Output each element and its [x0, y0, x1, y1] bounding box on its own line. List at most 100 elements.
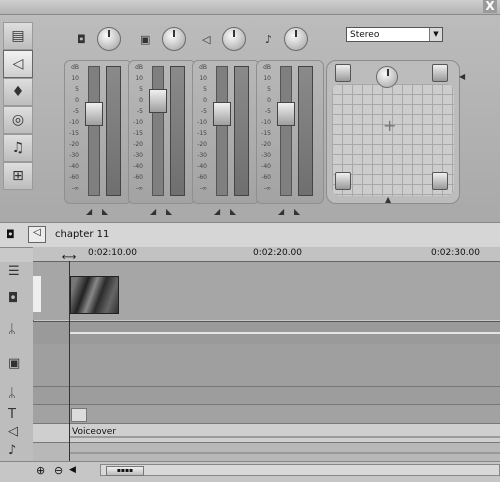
zoom-in-icon[interactable]: ⊕ [36, 464, 45, 477]
db-scale-label: -10 [261, 119, 271, 126]
horizontal-scrollbar[interactable]: ▪▪▪▪ [100, 464, 500, 476]
rear-right-speaker-icon [432, 172, 448, 190]
db-scale-label: -∞ [135, 185, 143, 192]
db-scale-label: 5 [139, 86, 143, 93]
video-track-toggle-icon[interactable]: ◘ [6, 228, 15, 241]
pan-position-handle[interactable] [376, 66, 398, 88]
voiceover-track[interactable]: Voiceover [33, 423, 500, 443]
audio-toolbox-icon[interactable]: ◁ [3, 50, 33, 78]
level-meter [234, 66, 249, 196]
overlay-track[interactable] [33, 344, 500, 386]
db-scale-label: 5 [203, 86, 207, 93]
menu-list-icon[interactable]: ☰ [8, 264, 20, 279]
db-scale-label: -30 [261, 152, 271, 159]
overlay-audio-track[interactable] [33, 386, 500, 405]
chevron-down-icon[interactable]: ▼ [429, 28, 442, 41]
balance-right-arrow-icon[interactable]: ◣ [166, 207, 172, 216]
balance-right-arrow-icon[interactable]: ◣ [230, 207, 236, 216]
level-meter [298, 66, 313, 196]
db-scale-label: -30 [197, 152, 207, 159]
audio-track-toggle-icon[interactable]: ◁ [28, 226, 46, 243]
music-note-icon[interactable]: ♪ [8, 443, 16, 458]
side-arrow-icon: ◀ [459, 72, 466, 81]
db-scale-label: -5 [265, 108, 271, 115]
db-scale-label: -30 [69, 152, 79, 159]
fader-track[interactable] [216, 66, 228, 196]
music-icon: ♪ [265, 33, 273, 46]
plug-icon[interactable]: ⊞ [3, 162, 33, 190]
title-icon[interactable]: T [8, 407, 16, 422]
db-scale-label: -40 [261, 163, 271, 170]
fader-handle[interactable] [149, 89, 167, 114]
video-camera-icon: ◘ [77, 33, 86, 46]
overlay-icon[interactable]: ▣ [8, 356, 20, 371]
fader-track[interactable] [88, 66, 100, 196]
db-scale-label: dB [71, 64, 79, 71]
balance-left-arrow-icon[interactable]: ◢ [278, 207, 284, 216]
center-crosshair-icon: + [383, 116, 397, 135]
video-toolbox-icon[interactable]: ▤ [3, 22, 33, 50]
channel-knob-music[interactable] [284, 27, 308, 51]
track-header-column: ☰ ◘ ᛦ ▣ ᛦ T ◁ ♪ [0, 262, 34, 462]
toolbox-strip: ▤ ◁ ♦ ◎ ♫ ⊞ [3, 22, 33, 190]
balance-right-arrow-icon[interactable]: ◣ [102, 207, 108, 216]
disc-icon[interactable]: ◎ [3, 106, 33, 134]
db-scale-label: -10 [197, 119, 207, 126]
timeline-ruler[interactable]: 0:02:10.00 0:02:20.00 0:02:30.00 [33, 247, 500, 262]
db-scale-label: 10 [135, 75, 143, 82]
channel-knob-sound[interactable] [222, 27, 246, 51]
video-clip-previous[interactable] [33, 276, 41, 312]
balance-right-arrow-icon[interactable]: ◣ [294, 207, 300, 216]
playhead-handle-icon[interactable]: ⟷ [59, 252, 79, 263]
db-scale-label: 0 [203, 97, 207, 104]
voiceover-waveform [70, 436, 500, 438]
fader-handle[interactable] [277, 102, 295, 127]
front-right-speaker-icon [432, 64, 448, 82]
channel-knob-video[interactable] [97, 27, 121, 51]
channel-knob-clip[interactable] [162, 27, 186, 51]
balance-left-arrow-icon[interactable]: ◢ [150, 207, 156, 216]
fader-handle[interactable] [85, 102, 103, 127]
video-track[interactable] [33, 262, 500, 320]
music-note-icon[interactable]: ♫ [3, 134, 33, 162]
output-mode-select[interactable]: Stereo ▼ [346, 27, 443, 42]
db-scale-label: -10 [133, 119, 143, 126]
balance-left-arrow-icon[interactable]: ◢ [86, 207, 92, 216]
rear-arrow-icon: ▲ [385, 195, 392, 204]
balance-left-arrow-icon[interactable]: ◢ [214, 207, 220, 216]
video-camera-icon[interactable]: ◘ [8, 291, 18, 306]
fader-track[interactable] [152, 66, 164, 196]
zoom-out-icon[interactable]: ⊖ [54, 464, 63, 477]
db-scale-label: -5 [201, 108, 207, 115]
db-scale-label: 0 [75, 97, 79, 104]
voiceover-icon[interactable]: ♦ [3, 78, 33, 106]
db-scale-label: -15 [133, 130, 143, 137]
speaker-icon[interactable]: ◁ [8, 424, 18, 439]
fader-track[interactable] [280, 66, 292, 196]
music-track[interactable] [33, 442, 500, 462]
scrollbar-thumb[interactable]: ▪▪▪▪ [106, 466, 144, 476]
wrench-icon[interactable]: ᛦ [8, 322, 16, 337]
db-scale-label: -60 [261, 174, 271, 181]
original-audio-track[interactable] [33, 321, 500, 345]
voiceover-clip[interactable]: Voiceover [70, 426, 500, 441]
wrench-icon[interactable]: ᛦ [8, 386, 16, 401]
title-bar: X [0, 0, 500, 15]
output-mode-value: Stereo [350, 30, 380, 40]
speaker-icon: ◁ [202, 33, 211, 46]
db-scale-label: -∞ [199, 185, 207, 192]
db-scale-label: -∞ [71, 185, 79, 192]
db-scale-label: -15 [261, 130, 271, 137]
title-clip[interactable] [71, 408, 87, 422]
db-scale-label: -40 [197, 163, 207, 170]
db-scale-label: 5 [75, 86, 79, 93]
video-clip-thumbnail[interactable] [70, 276, 119, 314]
title-track[interactable] [33, 404, 500, 424]
fader-handle[interactable] [213, 102, 231, 127]
close-button[interactable]: X [483, 0, 497, 13]
ruler-tick-label: 0:02:20.00 [253, 248, 303, 258]
scroll-left-icon[interactable]: ◀ [69, 465, 76, 475]
db-scale-label: -5 [137, 108, 143, 115]
db-scale-label: 10 [71, 75, 79, 82]
db-scale-label: -60 [133, 174, 143, 181]
